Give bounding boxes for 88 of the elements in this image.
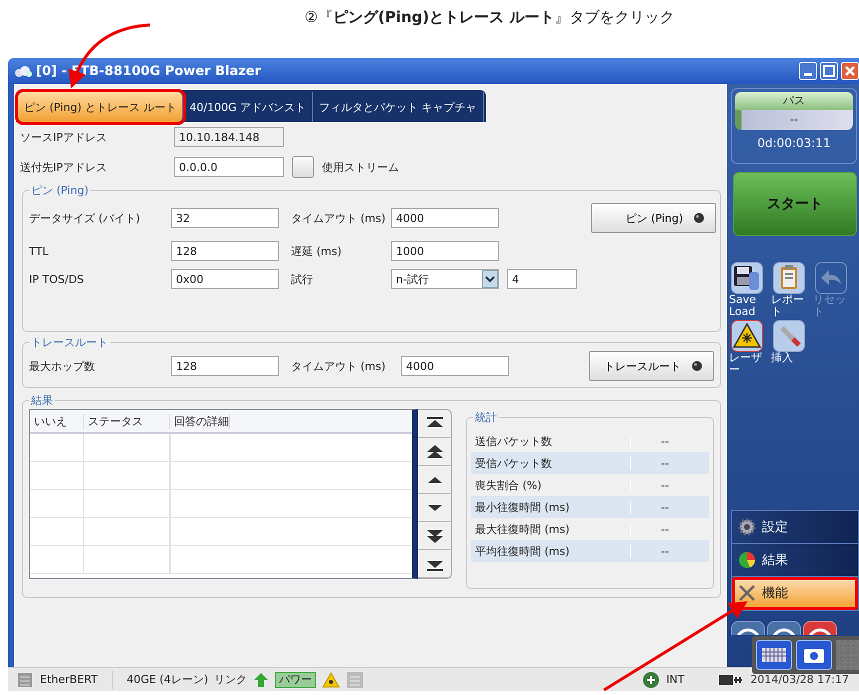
camera-icon[interactable] <box>796 640 832 670</box>
tab[interactable]: 40/100G アドバンスト <box>183 92 314 122</box>
group-title: トレースルート <box>29 335 110 350</box>
undo-icon <box>815 262 847 294</box>
power-icon[interactable] <box>803 621 837 635</box>
power-indicator: パワー <box>275 672 316 688</box>
module-icon <box>16 670 34 688</box>
status-text: EtherBERT <box>40 673 98 686</box>
field-label: 送付先IPアドレス <box>20 160 108 174</box>
stat-value: -- <box>630 522 709 536</box>
app-icon <box>14 65 32 77</box>
field-label: タイムアウト (ms) <box>291 210 387 226</box>
group-title: ピン (Ping) <box>29 183 90 198</box>
checkbox[interactable] <box>292 156 314 178</box>
stat-value: -- <box>630 456 709 470</box>
status-text: 40GE (4レーン) <box>126 672 208 687</box>
stat-value: -- <box>630 478 709 492</box>
stat-label: 受信パケット数 <box>475 456 553 470</box>
input-field[interactable]: 4000 <box>391 208 499 228</box>
input-field[interactable]: 4 <box>507 269 577 289</box>
action-button[interactable]: ピン (Ping) <box>591 203 716 233</box>
clock-source-icon <box>642 670 660 688</box>
field-label: TTL <box>29 244 50 258</box>
laser-warning-icon <box>322 670 340 688</box>
field-label: ソースIPアドレス <box>20 130 108 144</box>
tool-button[interactable]: レーザー <box>731 320 769 376</box>
field-label: 試行 <box>291 272 314 286</box>
clipboard-icon <box>773 262 805 294</box>
input-field[interactable]: 1000 <box>391 241 499 261</box>
input-field[interactable]: 4000 <box>401 356 509 376</box>
group-title: 統計 <box>473 410 499 425</box>
column-header[interactable]: 回答の詳細 <box>170 414 230 428</box>
tab[interactable]: フィルタとパケット キャプチャ <box>313 92 484 122</box>
field-label: データサイズ (バイト) <box>29 210 142 226</box>
tool-button[interactable]: 挿入 <box>773 320 811 376</box>
page-up-icon[interactable] <box>424 442 444 460</box>
close-icon[interactable] <box>841 62 859 80</box>
stat-value: -- <box>630 500 709 514</box>
nav-item[interactable]: 設定 <box>732 511 858 544</box>
stat-label: 喪失割合 (%) <box>475 478 543 492</box>
minimize-icon[interactable] <box>799 62 817 80</box>
tab[interactable]: ピン (Ping) とトレース ルート <box>18 92 184 122</box>
stat-label: 平均往復時間 (ms) <box>475 544 571 558</box>
status-label: パス <box>735 92 853 110</box>
start-button[interactable]: スタート <box>733 172 857 236</box>
keyboard-icon[interactable] <box>756 640 792 670</box>
status-text: 2014/03/28 17:17 <box>750 673 849 686</box>
stat-label: 最大往復時間 (ms) <box>475 522 571 536</box>
nav-item[interactable]: 機能 <box>732 577 858 610</box>
input-field[interactable]: 0.0.0.0 <box>174 157 284 177</box>
column-header[interactable]: いいえ <box>30 414 84 428</box>
status-text: リンク <box>214 672 248 687</box>
laser-warning-icon <box>731 320 763 352</box>
annotation-text: ②『ピング(Ping)とトレース ルート』タブをクリック <box>304 8 674 27</box>
tools-icon <box>738 584 756 602</box>
status-text: INT <box>666 673 684 686</box>
group-title: 結果 <box>29 393 55 408</box>
status-value: -- <box>735 110 853 130</box>
maximize-icon[interactable] <box>820 62 838 80</box>
stat-label: 最小往復時間 (ms) <box>475 500 571 514</box>
stat-label: 送信パケット数 <box>475 434 553 448</box>
input-field[interactable]: 128 <box>171 241 279 261</box>
probe-icon <box>773 320 805 352</box>
field-label: IP TOS/DS <box>29 272 85 286</box>
dropdown[interactable]: n-試行 <box>391 269 499 289</box>
info-icon[interactable] <box>731 621 765 635</box>
checkbox-label: 使用ストリーム <box>322 160 399 174</box>
stat-value: -- <box>630 434 709 448</box>
timer-text: 0d:00:03:11 <box>756 135 832 152</box>
input-field[interactable]: 0x00 <box>171 269 279 289</box>
help-icon[interactable] <box>767 621 801 635</box>
column-header[interactable]: ステータス <box>84 414 170 428</box>
input-field[interactable]: 128 <box>171 356 279 376</box>
field-label: 最大ホップ数 <box>29 358 96 374</box>
tool-button[interactable]: レポート <box>773 262 811 318</box>
binary-icon <box>346 670 364 688</box>
input-field[interactable]: 32 <box>171 208 279 228</box>
action-button[interactable]: トレースルート <box>589 351 714 381</box>
stat-value: -- <box>630 544 709 558</box>
input-field: 10.10.184.148 <box>174 127 284 147</box>
field-label: 遅延 (ms) <box>291 244 343 258</box>
field-label: タイムアウト (ms) <box>291 358 387 374</box>
arrow-up-icon <box>253 670 270 688</box>
save-icon <box>731 262 763 294</box>
pie-chart-icon <box>738 551 756 569</box>
nav-item[interactable]: 結果 <box>732 544 858 577</box>
gear-icon <box>738 518 756 536</box>
tool-button[interactable]: Save Load <box>731 262 769 318</box>
